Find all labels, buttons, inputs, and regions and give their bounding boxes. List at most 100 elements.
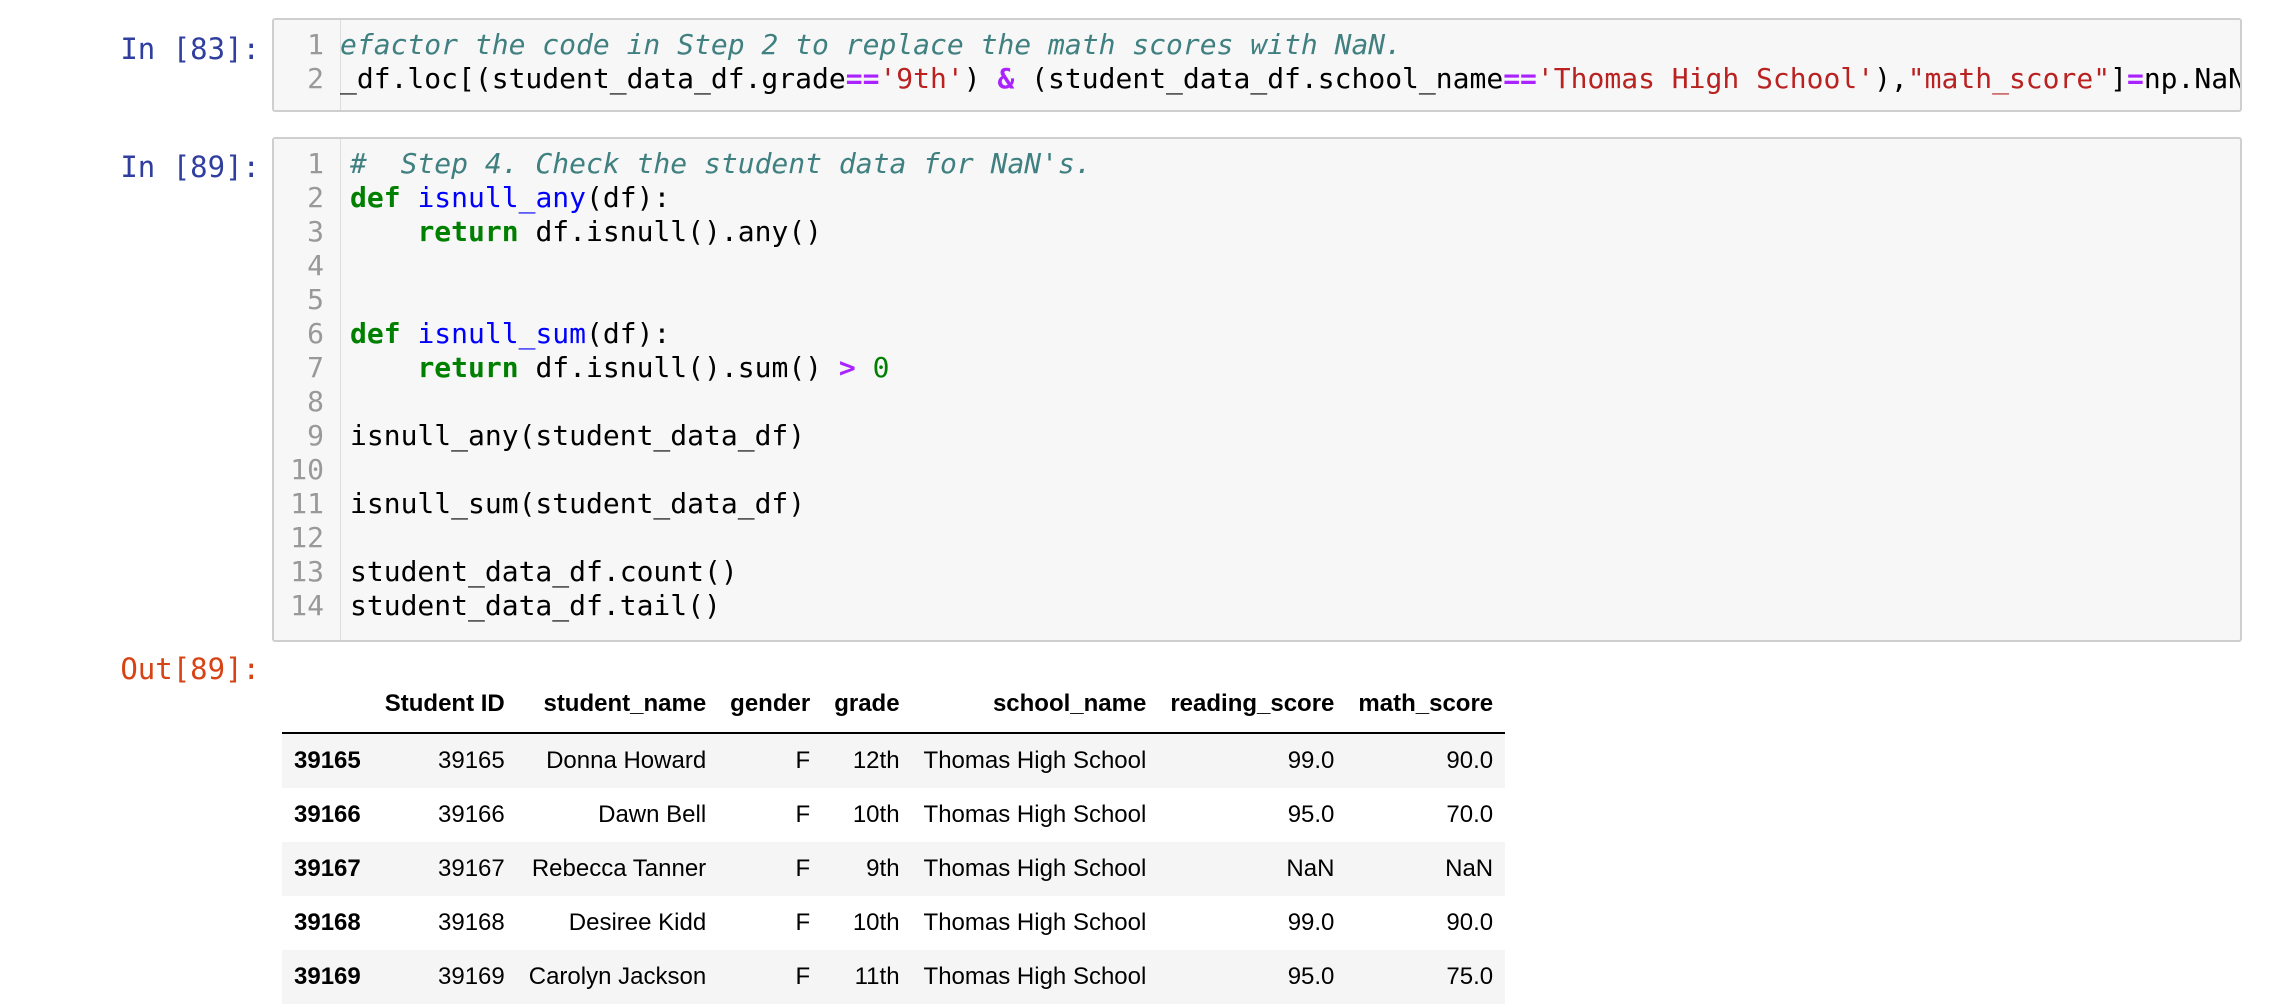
line-number: 13 bbox=[290, 555, 324, 588]
table-cell: 99.0 bbox=[1287, 909, 1335, 936]
code-line: 11 isnull_sum(student_data_df) bbox=[274, 487, 2240, 521]
code-line: 2 _df.loc[(student_data_df.grade=='9th') … bbox=[274, 62, 2240, 96]
line-number: 1 bbox=[307, 28, 324, 61]
code-token: return bbox=[417, 351, 519, 384]
table-cell: F bbox=[795, 855, 811, 882]
code-token: 0 bbox=[872, 351, 890, 384]
line-number: 6 bbox=[307, 317, 324, 350]
code-token: & bbox=[997, 62, 1015, 95]
code-line: 7 return df.isnull().sum() > 0 bbox=[274, 351, 2240, 385]
code-token: == bbox=[845, 62, 880, 95]
column-header: grade bbox=[822, 676, 912, 734]
code-token: ), bbox=[1874, 62, 1908, 95]
table-cell: F bbox=[795, 801, 811, 828]
table-cell: F bbox=[795, 909, 811, 936]
row-index: 39167 bbox=[294, 855, 361, 882]
code-token: > bbox=[838, 351, 856, 384]
column-header: student_name bbox=[516, 676, 719, 734]
table-cell: 39166 bbox=[438, 801, 505, 828]
code-text: isnull_any(student_data_df) bbox=[350, 419, 805, 453]
code-cell-89[interactable]: 1 # Step 4. Check the student data for Na… bbox=[272, 137, 2242, 642]
code-lines: 1 efactor the code in Step 2 to replace t… bbox=[274, 28, 2240, 96]
column-header: reading_score bbox=[1158, 676, 1347, 734]
row-index: 39168 bbox=[294, 909, 361, 936]
code-line: 3 return df.isnull().any() bbox=[274, 215, 2240, 249]
table-row: 39168 39168 Desiree Kidd F 10th Thomas High S… bbox=[282, 896, 1506, 950]
table-cell: 95.0 bbox=[1287, 963, 1335, 990]
table-body: 39165 39165 Donna Howard F 12th Thomas High S… bbox=[282, 733, 1506, 1004]
code-token: def bbox=[350, 317, 401, 350]
table-cell: 75.0 bbox=[1446, 963, 1494, 990]
code-line: 5 bbox=[274, 283, 2240, 317]
code-cell-83[interactable]: 1 efactor the code in Step 2 to replace t… bbox=[272, 18, 2242, 112]
table-cell: Donna Howard bbox=[546, 747, 707, 774]
table-cell: 9th bbox=[866, 855, 900, 882]
line-number: 4 bbox=[307, 249, 324, 282]
code-text: def isnull_any(df): bbox=[350, 181, 670, 215]
code-token: student_data_df.count() bbox=[350, 555, 738, 588]
cell-prompt-out-89: Out[89]: bbox=[120, 652, 260, 686]
code-token: _df.loc[(student_data_df.grade bbox=[340, 62, 846, 95]
code-token: # Step 4. Check the student data for NaN… bbox=[350, 147, 1092, 180]
column-header: gender bbox=[718, 676, 823, 734]
code-text: student_data_df.tail() bbox=[350, 589, 721, 623]
code-text: # Step 4. Check the student data for NaN… bbox=[350, 147, 1092, 181]
table-cell: 39169 bbox=[438, 963, 505, 990]
table-cell: 70.0 bbox=[1446, 801, 1494, 828]
code-line: 12 bbox=[274, 521, 2240, 555]
table-cell: 99.0 bbox=[1287, 747, 1335, 774]
code-text: _df.loc[(student_data_df.grade=='9th') &… bbox=[340, 62, 2242, 96]
code-token: ] bbox=[2110, 62, 2127, 95]
code-token: "math_score" bbox=[1907, 62, 2111, 95]
table-cell: 95.0 bbox=[1287, 801, 1335, 828]
table-cell: Thomas High School bbox=[923, 909, 1147, 936]
code-token: (df): bbox=[586, 181, 671, 214]
table-cell: Desiree Kidd bbox=[568, 909, 707, 936]
row-index: 39166 bbox=[294, 801, 361, 828]
code-token: efactor the code in Step 2 to replace th… bbox=[340, 28, 1403, 61]
table-cell: NaN bbox=[1286, 855, 1335, 882]
table-cell: 39168 bbox=[438, 909, 505, 936]
table-cell: Thomas High School bbox=[923, 747, 1147, 774]
code-line: 4 bbox=[274, 249, 2240, 283]
table-cell: F bbox=[795, 747, 811, 774]
line-number: 7 bbox=[307, 351, 324, 384]
code-token: isnull_sum bbox=[417, 317, 587, 350]
code-line: 9 isnull_any(student_data_df) bbox=[274, 419, 2240, 453]
line-number: 8 bbox=[307, 385, 324, 418]
line-number: 1 bbox=[307, 147, 324, 180]
dataframe-output-table: Student ID student_name gender grade school_… bbox=[282, 676, 1506, 1004]
table-cell: 12th bbox=[852, 747, 900, 774]
table-row: 39167 39167 Rebecca Tanner F 9th Thomas High … bbox=[282, 842, 1506, 896]
line-number: 14 bbox=[290, 589, 324, 622]
code-token: df.isnull().any() bbox=[518, 215, 823, 248]
code-line: 6 def isnull_sum(df): bbox=[274, 317, 2240, 351]
code-token: isnull_any(student_data_df) bbox=[350, 419, 806, 452]
code-token: isnull_any bbox=[417, 181, 587, 214]
table-cell: Rebecca Tanner bbox=[531, 855, 707, 882]
code-token: '9th' bbox=[879, 62, 964, 95]
line-number: 2 bbox=[307, 181, 324, 214]
code-line: 1 efactor the code in Step 2 to replace t… bbox=[274, 28, 2240, 62]
table-cell: Carolyn Jackson bbox=[528, 963, 707, 990]
code-text: return df.isnull().sum() > 0 bbox=[350, 351, 889, 385]
cell-prompt-in-83: In [83]: bbox=[120, 32, 260, 66]
table-cell: 39165 bbox=[438, 747, 505, 774]
table-cell: NaN bbox=[1445, 855, 1494, 882]
table-row: 39165 39165 Donna Howard F 12th Thomas High S… bbox=[282, 733, 1506, 788]
line-number: 11 bbox=[290, 487, 324, 520]
code-line: 8 bbox=[274, 385, 2240, 419]
line-number: 3 bbox=[307, 215, 324, 248]
table-cell: 39167 bbox=[438, 855, 505, 882]
code-line: 2 def isnull_any(df): bbox=[274, 181, 2240, 215]
table-header-row: Student ID student_name gender grade school_… bbox=[282, 676, 1506, 734]
table-cell: 10th bbox=[852, 909, 900, 936]
code-text: isnull_sum(student_data_df) bbox=[350, 487, 805, 521]
code-token: ) bbox=[963, 62, 998, 95]
code-line: 1 # Step 4. Check the student data for Na… bbox=[274, 147, 2240, 181]
table-cell: 90.0 bbox=[1446, 747, 1494, 774]
code-token: np.NaN bbox=[2143, 62, 2242, 95]
code-token: isnull_sum(student_data_df) bbox=[350, 487, 806, 520]
